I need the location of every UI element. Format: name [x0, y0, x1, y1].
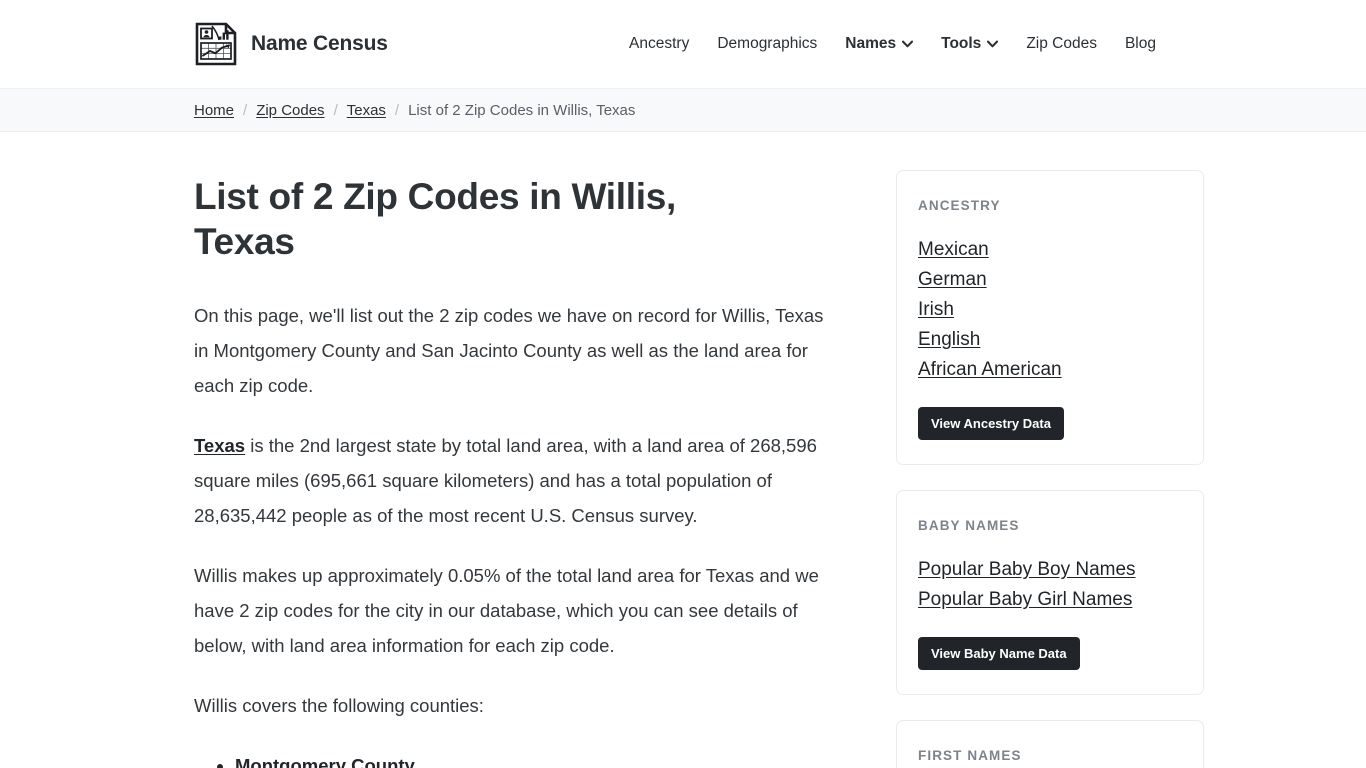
- breadcrumb-bar: Home / Zip Codes / Texas / List of 2 Zip…: [0, 88, 1366, 132]
- nav-label-demographics: Demographics: [717, 35, 818, 53]
- breadcrumb: Home / Zip Codes / Texas / List of 2 Zip…: [194, 102, 635, 119]
- document-chart-icon: [194, 22, 238, 66]
- nav-item-ancestry[interactable]: Ancestry: [615, 30, 703, 58]
- land-area-paragraph: Willis makes up approximately 0.05% of t…: [194, 565, 819, 657]
- nav-item-tools[interactable]: Tools: [927, 30, 1012, 58]
- county-list: Montgomery County San Jacinto County: [194, 748, 834, 768]
- sidebar-card-ancestry: ANCESTRY Mexican German Irish English Af…: [896, 170, 1204, 465]
- list-item: Montgomery County: [235, 748, 834, 768]
- breadcrumb-item-texas[interactable]: Texas: [347, 102, 386, 119]
- baby-names-link-list: Popular Baby Boy Names Popular Baby Girl…: [918, 555, 1182, 615]
- card-label-first-names: FIRST NAMES: [918, 748, 1022, 763]
- ancestry-link-irish[interactable]: Irish: [918, 295, 1182, 325]
- sidebar-card-first-names: FIRST NAMES Popular Male First Names: [896, 720, 1204, 768]
- ancestry-link-african-american[interactable]: African American: [918, 355, 1182, 385]
- nav-label-ancestry: Ancestry: [629, 35, 690, 53]
- breadcrumb-item-home[interactable]: Home: [194, 102, 234, 119]
- page-title: List of 2 Zip Codes in Willis, Texas: [194, 176, 676, 263]
- brand-logo-link[interactable]: Name Census: [194, 22, 388, 66]
- chevron-down-icon: [987, 36, 999, 52]
- card-label-baby-names: BABY NAMES: [918, 518, 1020, 533]
- county-link-montgomery[interactable]: Montgomery County: [235, 755, 415, 768]
- site-header: Name Census Ancestry Demographics Names …: [0, 0, 1366, 88]
- intro-paragraph: On this page, we'll list out the 2 zip c…: [194, 305, 824, 397]
- nav-label-blog: Blog: [1124, 35, 1156, 53]
- nav-item-zip-codes[interactable]: Zip Codes: [1012, 30, 1111, 58]
- ancestry-link-mexican[interactable]: Mexican: [918, 235, 1182, 265]
- brand-name: Name Census: [251, 32, 388, 55]
- nav-item-demographics[interactable]: Demographics: [703, 30, 831, 58]
- card-label-ancestry: ANCESTRY: [918, 198, 1001, 213]
- ancestry-link-list: Mexican German Irish English African Ame…: [918, 235, 1182, 385]
- breadcrumb-separator: /: [333, 101, 338, 119]
- state-stats-text: is the 2nd largest state by total land a…: [194, 435, 817, 527]
- sidebar-card-baby-names: BABY NAMES Popular Baby Boy Names Popula…: [896, 490, 1204, 695]
- main-content: List of 2 Zip Codes in Willis, Texas On …: [194, 132, 834, 768]
- breadcrumb-separator: /: [243, 101, 248, 119]
- view-ancestry-data-button[interactable]: View Ancestry Data: [918, 407, 1064, 440]
- nav-label-tools: Tools: [941, 35, 982, 53]
- chevron-down-icon: [902, 36, 914, 52]
- texas-link[interactable]: Texas: [194, 435, 245, 456]
- nav-item-names[interactable]: Names: [831, 30, 927, 58]
- breadcrumb-separator: /: [394, 101, 400, 119]
- baby-names-link-boy[interactable]: Popular Baby Boy Names: [918, 555, 1182, 585]
- breadcrumb-item-current: List of 2 Zip Codes in Willis, Texas: [408, 101, 636, 119]
- nav-label-names: Names: [845, 35, 897, 53]
- sidebar: ANCESTRY Mexican German Irish English Af…: [896, 132, 1204, 768]
- view-baby-name-data-button[interactable]: View Baby Name Data: [918, 637, 1080, 670]
- main-navigation: Ancestry Demographics Names Tools Zip Co…: [615, 30, 1170, 58]
- nav-item-blog[interactable]: Blog: [1111, 30, 1170, 58]
- ancestry-link-german[interactable]: German: [918, 265, 1182, 295]
- breadcrumb-item-zip-codes[interactable]: Zip Codes: [256, 102, 324, 119]
- counties-intro: Willis covers the following counties:: [194, 695, 484, 717]
- nav-label-zip-codes: Zip Codes: [1026, 35, 1097, 53]
- ancestry-link-english[interactable]: English: [918, 325, 1182, 355]
- state-stats-paragraph: Texas is the 2nd largest state by total …: [194, 428, 834, 533]
- baby-names-link-girl[interactable]: Popular Baby Girl Names: [918, 585, 1182, 615]
- page-layout: List of 2 Zip Codes in Willis, Texas On …: [0, 132, 1366, 768]
